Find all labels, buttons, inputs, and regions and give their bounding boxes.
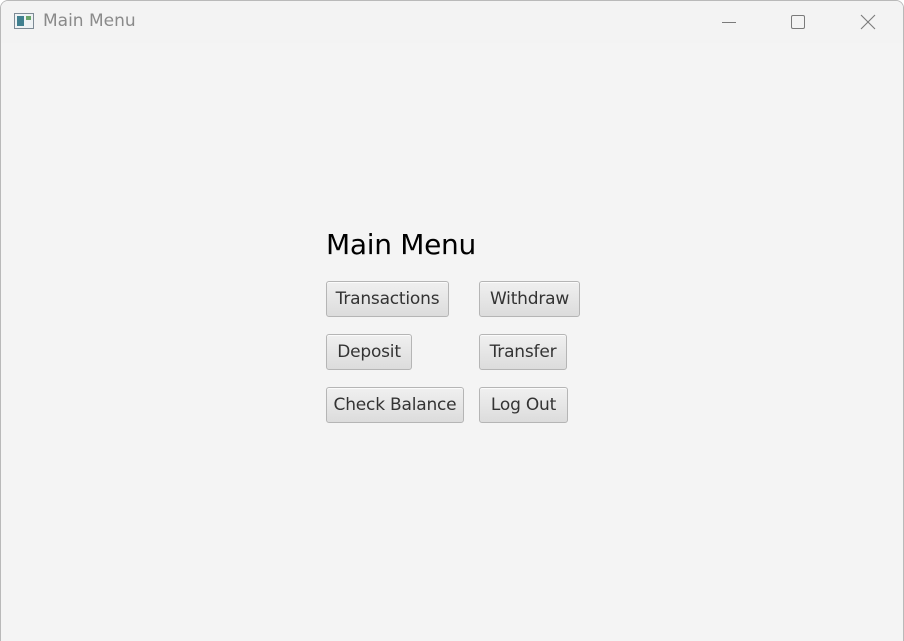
window-title: Main Menu bbox=[43, 11, 136, 31]
title-bar[interactable]: Main Menu bbox=[1, 1, 903, 43]
log-out-button[interactable]: Log Out bbox=[479, 387, 568, 423]
close-button[interactable] bbox=[845, 1, 891, 43]
maximize-icon bbox=[791, 15, 805, 29]
transactions-button[interactable]: Transactions bbox=[326, 281, 449, 317]
minimize-icon bbox=[722, 22, 736, 23]
deposit-button[interactable]: Deposit bbox=[326, 334, 412, 370]
transfer-button[interactable]: Transfer bbox=[479, 334, 567, 370]
app-window: Main Menu Main Menu Transactions Withdra… bbox=[0, 0, 904, 641]
maximize-button[interactable] bbox=[775, 1, 821, 43]
check-balance-button[interactable]: Check Balance bbox=[326, 387, 464, 423]
withdraw-button[interactable]: Withdraw bbox=[479, 281, 580, 317]
close-icon bbox=[860, 14, 876, 30]
app-window-icon bbox=[14, 13, 34, 29]
minimize-button[interactable] bbox=[706, 1, 752, 43]
main-content: Main Menu Transactions Withdraw Deposit … bbox=[1, 43, 903, 641]
page-title: Main Menu bbox=[326, 228, 476, 261]
